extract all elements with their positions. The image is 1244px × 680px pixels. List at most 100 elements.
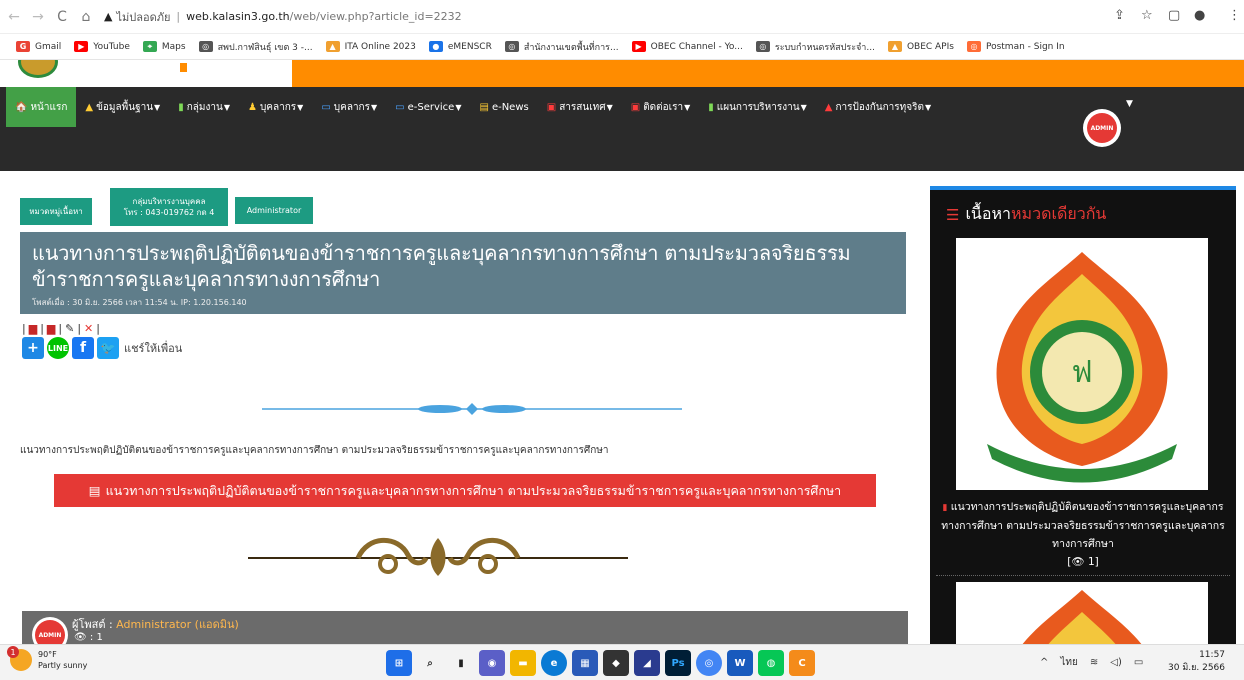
forward-icon[interactable]: → xyxy=(28,9,48,25)
url-host[interactable]: web.kalasin3.go.th xyxy=(186,10,290,23)
bookmark-icon: G xyxy=(16,41,30,52)
line-icon[interactable]: LINE xyxy=(47,337,69,359)
nav-item[interactable]: 🏠 หน้าแรก xyxy=(6,87,77,127)
chevron-up-icon[interactable]: ^ xyxy=(1040,657,1048,668)
avatar[interactable]: ADMIN xyxy=(1083,109,1121,147)
line-icon[interactable]: ◍ xyxy=(758,650,784,676)
profile-icon[interactable]: ● xyxy=(1194,8,1205,23)
view-count: [👁 1] xyxy=(1067,556,1099,568)
svg-text:ฟ: ฟ xyxy=(1071,355,1092,390)
app-icon[interactable]: ◢ xyxy=(634,650,660,676)
bookmark-item[interactable]: ◎ สพป.กาฬสินธุ์ เขต 3 -... xyxy=(198,40,313,54)
bookmark-item[interactable]: ● eMENSCR xyxy=(428,41,492,52)
printer-icon[interactable]: ▆ xyxy=(47,322,55,335)
taskbar: 1 90°F Partly sunny ⊞ ⌕ ▮ ◉ ▬ e ▦ ◆ ◢ Ps … xyxy=(0,644,1244,680)
nav-item[interactable]: ▣ ติดต่อเรา ▼ xyxy=(622,87,700,127)
menu-icon[interactable]: ⋮ xyxy=(1228,8,1241,23)
weather-widget[interactable]: 1 90°F Partly sunny xyxy=(7,646,87,671)
caret-down-icon[interactable]: ▼ xyxy=(1126,99,1133,109)
pencil-icon[interactable]: ✎ xyxy=(65,322,74,335)
star-icon[interactable]: ☆ xyxy=(1141,8,1153,23)
nav-item[interactable]: ▤ e-News xyxy=(470,87,537,127)
list-icon: ☰ xyxy=(946,205,960,224)
weather-icon: 1 xyxy=(7,646,32,671)
search-icon[interactable]: ⌕ xyxy=(417,650,443,676)
group-tag[interactable]: กลุ่มบริหารงานบุคคล โทร : 043-019762 กด … xyxy=(110,188,228,226)
nav-item[interactable]: ▭ e-Service ▼ xyxy=(386,87,470,127)
bell-icon: ▲ xyxy=(824,101,833,113)
sidepanel-icon[interactable]: ▢ xyxy=(1168,8,1180,23)
nav-item[interactable]: ▮ กลุ่มงาน ▼ xyxy=(169,87,239,127)
main-nav: 🏠 หน้าแรก ▲ ข้อมูลพื้นฐาน ▼ ▮ กลุ่มงาน ▼ ♟ บุคลาก… xyxy=(0,87,1244,171)
clock[interactable]: 11:57 30 มิ.ย. 2566 xyxy=(1168,649,1225,675)
author-avatar[interactable]: ADMIN xyxy=(32,617,68,644)
bookmark-item[interactable]: ◎ Postman - Sign In xyxy=(966,41,1065,52)
volume-icon[interactable]: ◁) xyxy=(1110,657,1122,668)
bookmarks-bar: G Gmail ▶ YouTube ⌖ Maps ◎ สพป.กาฬสินธุ์ เขต 3 … xyxy=(0,34,1244,60)
warning-icon[interactable]: ▲ xyxy=(104,10,112,23)
share-icon[interactable]: ⇪ xyxy=(1114,8,1125,23)
photoshop-icon[interactable]: Ps xyxy=(665,650,691,676)
store-icon[interactable]: ▦ xyxy=(572,650,598,676)
facebook-icon[interactable]: f xyxy=(72,337,94,359)
delete-icon[interactable]: ✕ xyxy=(84,322,93,335)
bookmark-icon: ◎ xyxy=(198,41,213,52)
app-icon[interactable]: C xyxy=(789,650,815,676)
nav-item[interactable]: ♟ บุคลากร ▼ xyxy=(239,87,312,127)
bookmark-item[interactable]: ▶ OBEC Channel - Yo... xyxy=(631,41,743,52)
related-thumbnail[interactable]: ฟ xyxy=(956,238,1208,490)
caret-down-icon: ▼ xyxy=(297,102,304,112)
bookmark-item[interactable]: ▲ OBEC APIs xyxy=(887,41,954,52)
address-bar[interactable]: ▲ ไม่ปลอดภัย | web.kalasin3.go.th/web/vi… xyxy=(104,8,462,26)
bookmark-item[interactable]: ◎ ระบบกำหนดรหัสประจำ... xyxy=(755,40,875,54)
obec-emblem: ฟ xyxy=(987,252,1177,483)
add-share-icon[interactable]: + xyxy=(22,337,44,359)
twitter-icon[interactable]: 🐦 xyxy=(97,337,119,359)
bookmark-icon: ⌖ xyxy=(142,41,157,52)
admin-tag[interactable]: Administrator xyxy=(235,197,313,224)
bookmark-item[interactable]: ⌖ Maps xyxy=(142,41,186,52)
author-name[interactable]: Administrator (แอดมิน) xyxy=(116,618,239,631)
print-icon[interactable]: ▆ xyxy=(29,322,37,335)
word-icon[interactable]: W xyxy=(727,650,753,676)
bookmark-item[interactable]: ▲ ITA Online 2023 xyxy=(325,41,416,52)
teams-icon[interactable]: ◉ xyxy=(479,650,505,676)
window-icon: ▭ xyxy=(321,101,331,113)
related-caption[interactable]: ▮ แนวทางการประพฤติปฏิบัติตนของข้าราชการค… xyxy=(930,498,1236,571)
start-icon[interactable]: ⊞ xyxy=(386,650,412,676)
bookmark-item[interactable]: ▶ YouTube xyxy=(74,41,130,52)
share-bar: + LINE f 🐦 แชร์ให้เพื่อน xyxy=(22,337,182,359)
home-icon[interactable]: ⌂ xyxy=(76,9,96,25)
sidebar-heading: ☰ เนื้อหา หมวดเดียวกัน xyxy=(946,204,1107,224)
chrome-icon[interactable]: ◎ xyxy=(696,650,722,676)
language-indicator[interactable]: ไทย xyxy=(1060,655,1077,670)
site-logo xyxy=(18,60,58,78)
explorer-icon[interactable]: ▬ xyxy=(510,650,536,676)
system-tray: ^ ไทย ≋ ◁) ▭ xyxy=(1040,655,1155,670)
pdf-download-button[interactable]: ▤ แนวทางการประพฤติปฏิบัติตนของข้าราชการค… xyxy=(54,474,876,507)
nav-item[interactable]: ▣ สารสนเทศ ▼ xyxy=(538,87,622,127)
nav-item[interactable]: ▭ บุคลากร ▼ xyxy=(312,87,386,127)
battery-icon[interactable]: ▭ xyxy=(1134,657,1143,668)
bookmark-item[interactable]: G Gmail xyxy=(16,41,61,52)
edge-icon[interactable]: e xyxy=(541,650,567,676)
bookmark-icon: ● xyxy=(428,41,443,52)
category-tag[interactable]: หมวดหมู่เนื้อหา xyxy=(20,198,92,225)
nav-item[interactable]: ▮ แผนการบริหารงาน ▼ xyxy=(699,87,815,127)
nav-item[interactable]: ▲ การป้องกันการทุจริต ▼ xyxy=(816,87,940,127)
wifi-icon[interactable]: ≋ xyxy=(1090,657,1098,668)
nav-item[interactable]: ▲ ข้อมูลพื้นฐาน ▼ xyxy=(76,87,169,127)
back-icon[interactable]: ← xyxy=(4,9,24,25)
url-path[interactable]: /web/view.php?article_id=2232 xyxy=(290,10,462,23)
taskview-icon[interactable]: ▮ xyxy=(448,650,474,676)
caret-down-icon: ▼ xyxy=(924,102,932,112)
security-label[interactable]: ไม่ปลอดภัย xyxy=(116,8,170,26)
bookmark-item[interactable]: ◎ สำนักงานเขตพื้นที่การ... xyxy=(504,40,619,54)
bus-icon: ▣ xyxy=(630,101,641,113)
reload-icon[interactable]: C xyxy=(52,9,72,25)
app-icon[interactable]: ◆ xyxy=(603,650,629,676)
related-thumbnail-2[interactable] xyxy=(956,582,1208,644)
bookmark-icon: ◎ xyxy=(966,41,981,52)
caret-down-icon: ▼ xyxy=(371,102,378,112)
article-body: แนวทางการประพฤติปฏิบัติตนของข้าราชการครู… xyxy=(20,445,609,456)
